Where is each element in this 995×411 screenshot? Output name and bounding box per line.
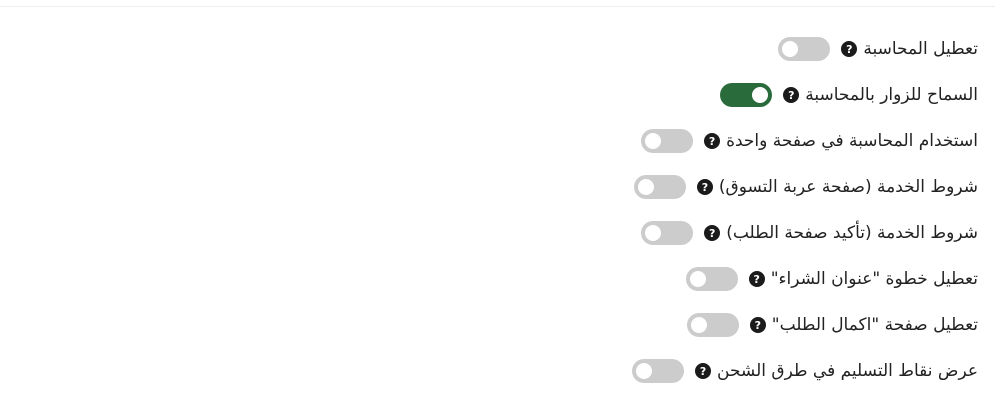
show-pickup-points-toggle[interactable]	[632, 359, 685, 383]
one-page-checkout-toggle[interactable]	[641, 129, 694, 153]
toggle-knob	[637, 179, 654, 195]
toggle-knob	[782, 41, 799, 57]
question-circle-icon[interactable]: ?	[704, 225, 721, 241]
toggle-knob	[645, 133, 662, 149]
setting-label: تعطيل خطوة "عنوان الشراء"	[770, 269, 978, 289]
question-circle-icon[interactable]: ?	[749, 317, 766, 333]
question-circle-icon[interactable]: ?	[704, 133, 721, 149]
terms-order-confirm-toggle[interactable]	[641, 221, 694, 245]
setting-terms-order-confirm: شروط الخدمة (تأكيد صفحة الطلب) ?	[78, 210, 978, 256]
setting-label: تعطيل صفحة "اكمال الطلب"	[771, 315, 978, 335]
question-circle-icon[interactable]: ?	[695, 363, 712, 379]
disable-checkout-toggle[interactable]	[778, 37, 831, 61]
setting-allow-guest-checkout: السماح للزوار بالمحاسبة ?	[78, 72, 978, 118]
disable-billing-address-step-toggle[interactable]	[685, 267, 738, 291]
toggle-knob	[690, 317, 707, 333]
setting-one-page-checkout: استخدام المحاسبة في صفحة واحدة ?	[78, 118, 978, 164]
setting-label: شروط الخدمة (تأكيد صفحة الطلب)	[726, 223, 978, 243]
setting-label: عرض نقاط التسليم في طرق الشحن	[717, 361, 978, 381]
disable-order-complete-page-toggle[interactable]	[686, 313, 739, 337]
question-circle-icon[interactable]: ?	[783, 87, 800, 103]
setting-terms-cart-page: شروط الخدمة (صفحة عربة التسوق) ?	[78, 164, 978, 210]
top-divider	[0, 6, 995, 7]
setting-disable-billing-address-step: تعطيل خطوة "عنوان الشراء" ?	[78, 256, 978, 302]
checkout-settings-list: تعطيل المحاسبة ? السماح للزوار بالمحاسبة…	[78, 26, 978, 394]
question-circle-icon[interactable]: ?	[748, 271, 765, 287]
setting-disable-order-complete-page: تعطيل صفحة "اكمال الطلب" ?	[78, 302, 978, 348]
toggle-knob	[752, 87, 769, 103]
setting-label: السماح للزوار بالمحاسبة	[805, 85, 978, 105]
question-circle-icon[interactable]: ?	[841, 41, 858, 57]
terms-cart-page-toggle[interactable]	[633, 175, 686, 199]
question-circle-icon[interactable]: ?	[696, 179, 713, 195]
toggle-knob	[645, 225, 662, 241]
setting-disable-checkout: تعطيل المحاسبة ?	[78, 26, 978, 72]
setting-label: استخدام المحاسبة في صفحة واحدة	[726, 131, 978, 151]
toggle-knob	[636, 363, 653, 379]
setting-label: تعطيل المحاسبة	[863, 39, 978, 59]
allow-guest-checkout-toggle[interactable]	[720, 83, 773, 107]
setting-show-pickup-points: عرض نقاط التسليم في طرق الشحن ?	[78, 348, 978, 394]
toggle-knob	[689, 271, 706, 287]
setting-label: شروط الخدمة (صفحة عربة التسوق)	[718, 177, 978, 197]
